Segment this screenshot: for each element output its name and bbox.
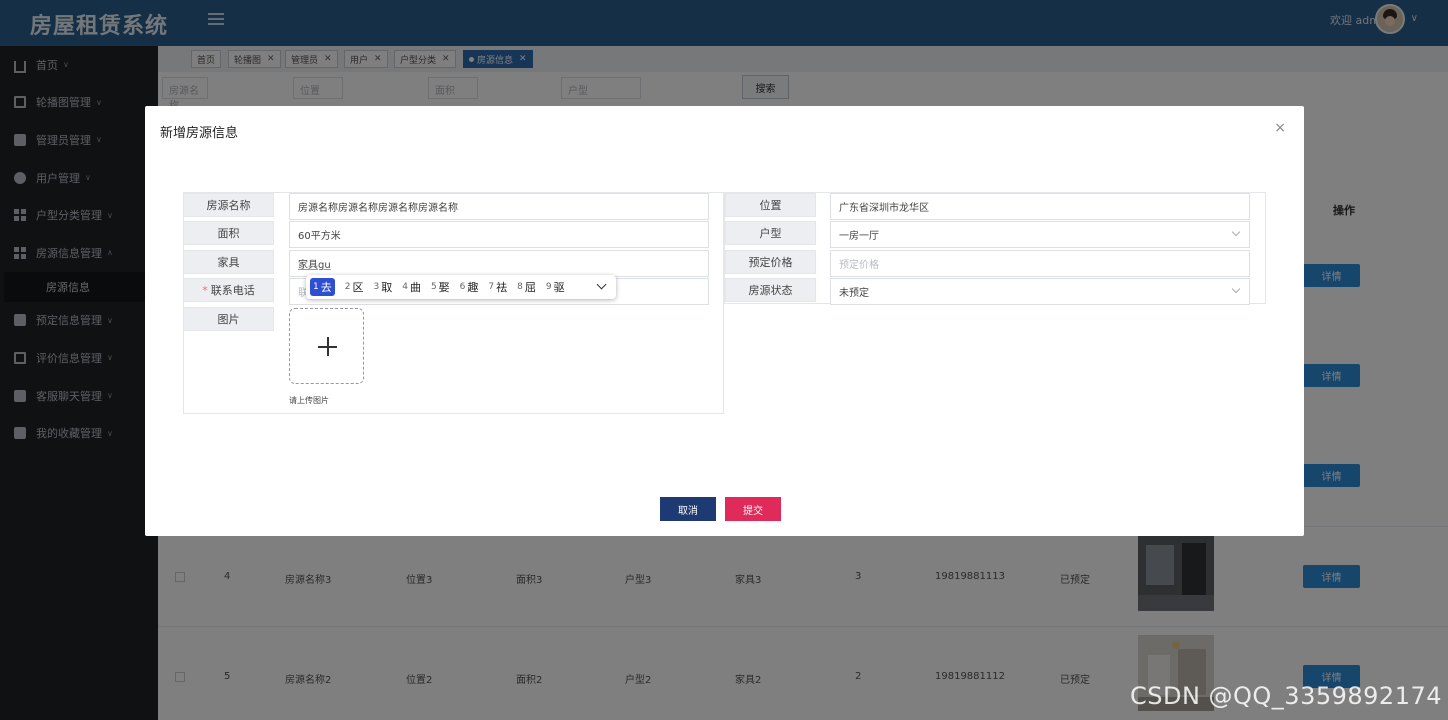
upload-hint: 请上传图片 <box>289 396 329 405</box>
ime-candidate[interactable]: 7祛 <box>488 279 507 295</box>
chevron-down-icon <box>1231 227 1241 237</box>
label-image: 图片 <box>183 307 274 331</box>
candidate-char: 去 <box>320 281 332 294</box>
add-listing-dialog: 新增房源信息 × 房源名称 面积 家具 * 联系电话 图片 房源名称房源名称房源名… <box>145 106 1304 536</box>
candidate-number: 6 <box>459 282 466 292</box>
status-select-value: 未预定 <box>839 288 869 299</box>
candidate-number: 4 <box>402 282 408 292</box>
label-area: 面积 <box>183 221 274 245</box>
ime-candidate[interactable]: 6趣 <box>460 279 479 295</box>
candidate-number: 3 <box>373 282 380 292</box>
name-field[interactable]: 房源名称房源名称房源名称房源名称 <box>289 193 709 220</box>
label-price: 预定价格 <box>725 250 816 274</box>
chevron-down-icon <box>1231 284 1241 294</box>
label-text: 联系电话 <box>210 284 255 297</box>
label-name: 房源名称 <box>183 193 274 217</box>
candidate-number: 9 <box>545 282 552 292</box>
candidate-char: 趣 <box>467 281 479 294</box>
furniture-field-text: 家具gu <box>298 260 331 271</box>
candidate-char: 曲 <box>409 281 421 294</box>
candidate-char: 祛 <box>496 281 508 294</box>
candidate-number: 7 <box>488 282 495 292</box>
label-furniture: 家具 <box>183 250 274 274</box>
cancel-button[interactable]: 取消 <box>660 497 716 521</box>
candidate-char: 屈 <box>524 281 536 294</box>
furniture-field[interactable]: 家具gu <box>289 250 709 277</box>
status-select[interactable]: 未预定 <box>830 278 1250 305</box>
submit-button[interactable]: 提交 <box>725 497 781 521</box>
candidate-number: 5 <box>430 282 437 292</box>
ime-candidate[interactable]: 3取 <box>373 279 392 295</box>
candidate-char: 娶 <box>438 281 450 294</box>
ime-candidate[interactable]: 8屈 <box>517 279 536 295</box>
candidate-char: 驱 <box>553 281 565 294</box>
ime-candidate[interactable]: 4曲 <box>402 279 421 295</box>
ime-candidate[interactable]: 1去 <box>310 278 335 296</box>
label-location: 位置 <box>725 193 816 217</box>
type-select[interactable]: 一房一厅 <box>830 221 1250 248</box>
label-phone: * 联系电话 <box>183 278 274 302</box>
ime-candidate[interactable]: 2区 <box>345 279 364 295</box>
type-select-value: 一房一厅 <box>839 231 879 242</box>
ime-candidate-bar: 1去 2区 3取 4曲 5娶 6趣 7祛 8屈 9驱 <box>306 275 616 299</box>
chevron-down-icon[interactable] <box>596 279 607 290</box>
required-mark: * <box>202 283 208 297</box>
location-field[interactable]: 广东省深圳市龙华区 <box>830 193 1250 220</box>
image-upload-button[interactable] <box>289 308 364 384</box>
watermark: CSDN @QQ_3359892174 <box>1129 682 1442 710</box>
close-icon[interactable]: × <box>1274 120 1286 136</box>
dialog-title: 新增房源信息 <box>160 126 239 141</box>
candidate-char: 取 <box>381 281 393 294</box>
area-field[interactable]: 60平方米 <box>289 221 709 248</box>
price-input[interactable]: 预定价格 <box>830 250 1250 277</box>
ime-candidate[interactable]: 5娶 <box>431 279 450 295</box>
candidate-number: 2 <box>344 282 351 292</box>
label-type: 户型 <box>725 221 816 245</box>
candidate-number: 8 <box>517 282 523 292</box>
ime-candidate[interactable]: 9驱 <box>546 279 565 295</box>
candidate-number: 1 <box>313 282 319 292</box>
candidate-char: 区 <box>352 281 364 294</box>
label-status: 房源状态 <box>725 278 816 302</box>
